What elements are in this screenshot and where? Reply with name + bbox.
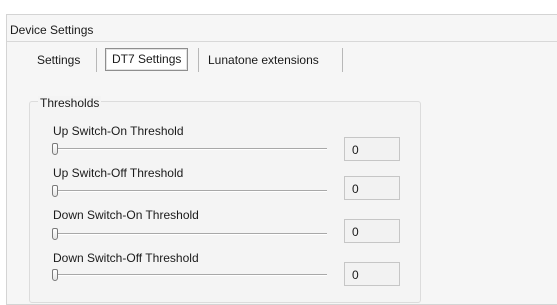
down-switch-off-threshold-slider-thumb[interactable]: [52, 269, 58, 281]
tab-divider: [96, 48, 97, 72]
up-switch-on-threshold-value-field[interactable]: 0: [344, 137, 400, 161]
down-switch-on-threshold-slider-thumb[interactable]: [52, 228, 58, 240]
tab-divider: [342, 48, 343, 72]
up-switch-off-threshold-label: Up Switch-Off Threshold: [53, 166, 184, 180]
up-switch-on-threshold-slider-thumb[interactable]: [52, 143, 58, 155]
tab-divider: [198, 48, 199, 72]
tab-settings[interactable]: Settings: [37, 53, 80, 67]
up-switch-off-threshold-slider-track[interactable]: [53, 190, 327, 192]
panel-title: Device Settings: [10, 23, 94, 37]
down-switch-on-threshold-slider-track[interactable]: [53, 233, 327, 235]
thresholds-group-title: Thresholds: [38, 96, 102, 110]
tab-lunatone-extensions[interactable]: Lunatone extensions: [208, 53, 319, 67]
down-switch-on-threshold-label: Down Switch-On Threshold: [53, 208, 199, 222]
down-switch-on-threshold-value-field[interactable]: 0: [344, 219, 400, 243]
up-switch-on-threshold-label: Up Switch-On Threshold: [53, 124, 184, 138]
down-switch-off-threshold-label: Down Switch-Off Threshold: [53, 251, 199, 265]
down-switch-off-threshold-value-field[interactable]: 0: [344, 262, 400, 286]
tab-dt7-settings[interactable]: DT7 Settings: [105, 48, 189, 71]
up-switch-on-threshold-slider-track[interactable]: [53, 148, 327, 150]
up-switch-off-threshold-value-field[interactable]: 0: [344, 176, 400, 200]
up-switch-off-threshold-slider-thumb[interactable]: [52, 185, 58, 197]
title-divider: [7, 41, 557, 42]
down-switch-off-threshold-slider-track[interactable]: [53, 274, 327, 276]
